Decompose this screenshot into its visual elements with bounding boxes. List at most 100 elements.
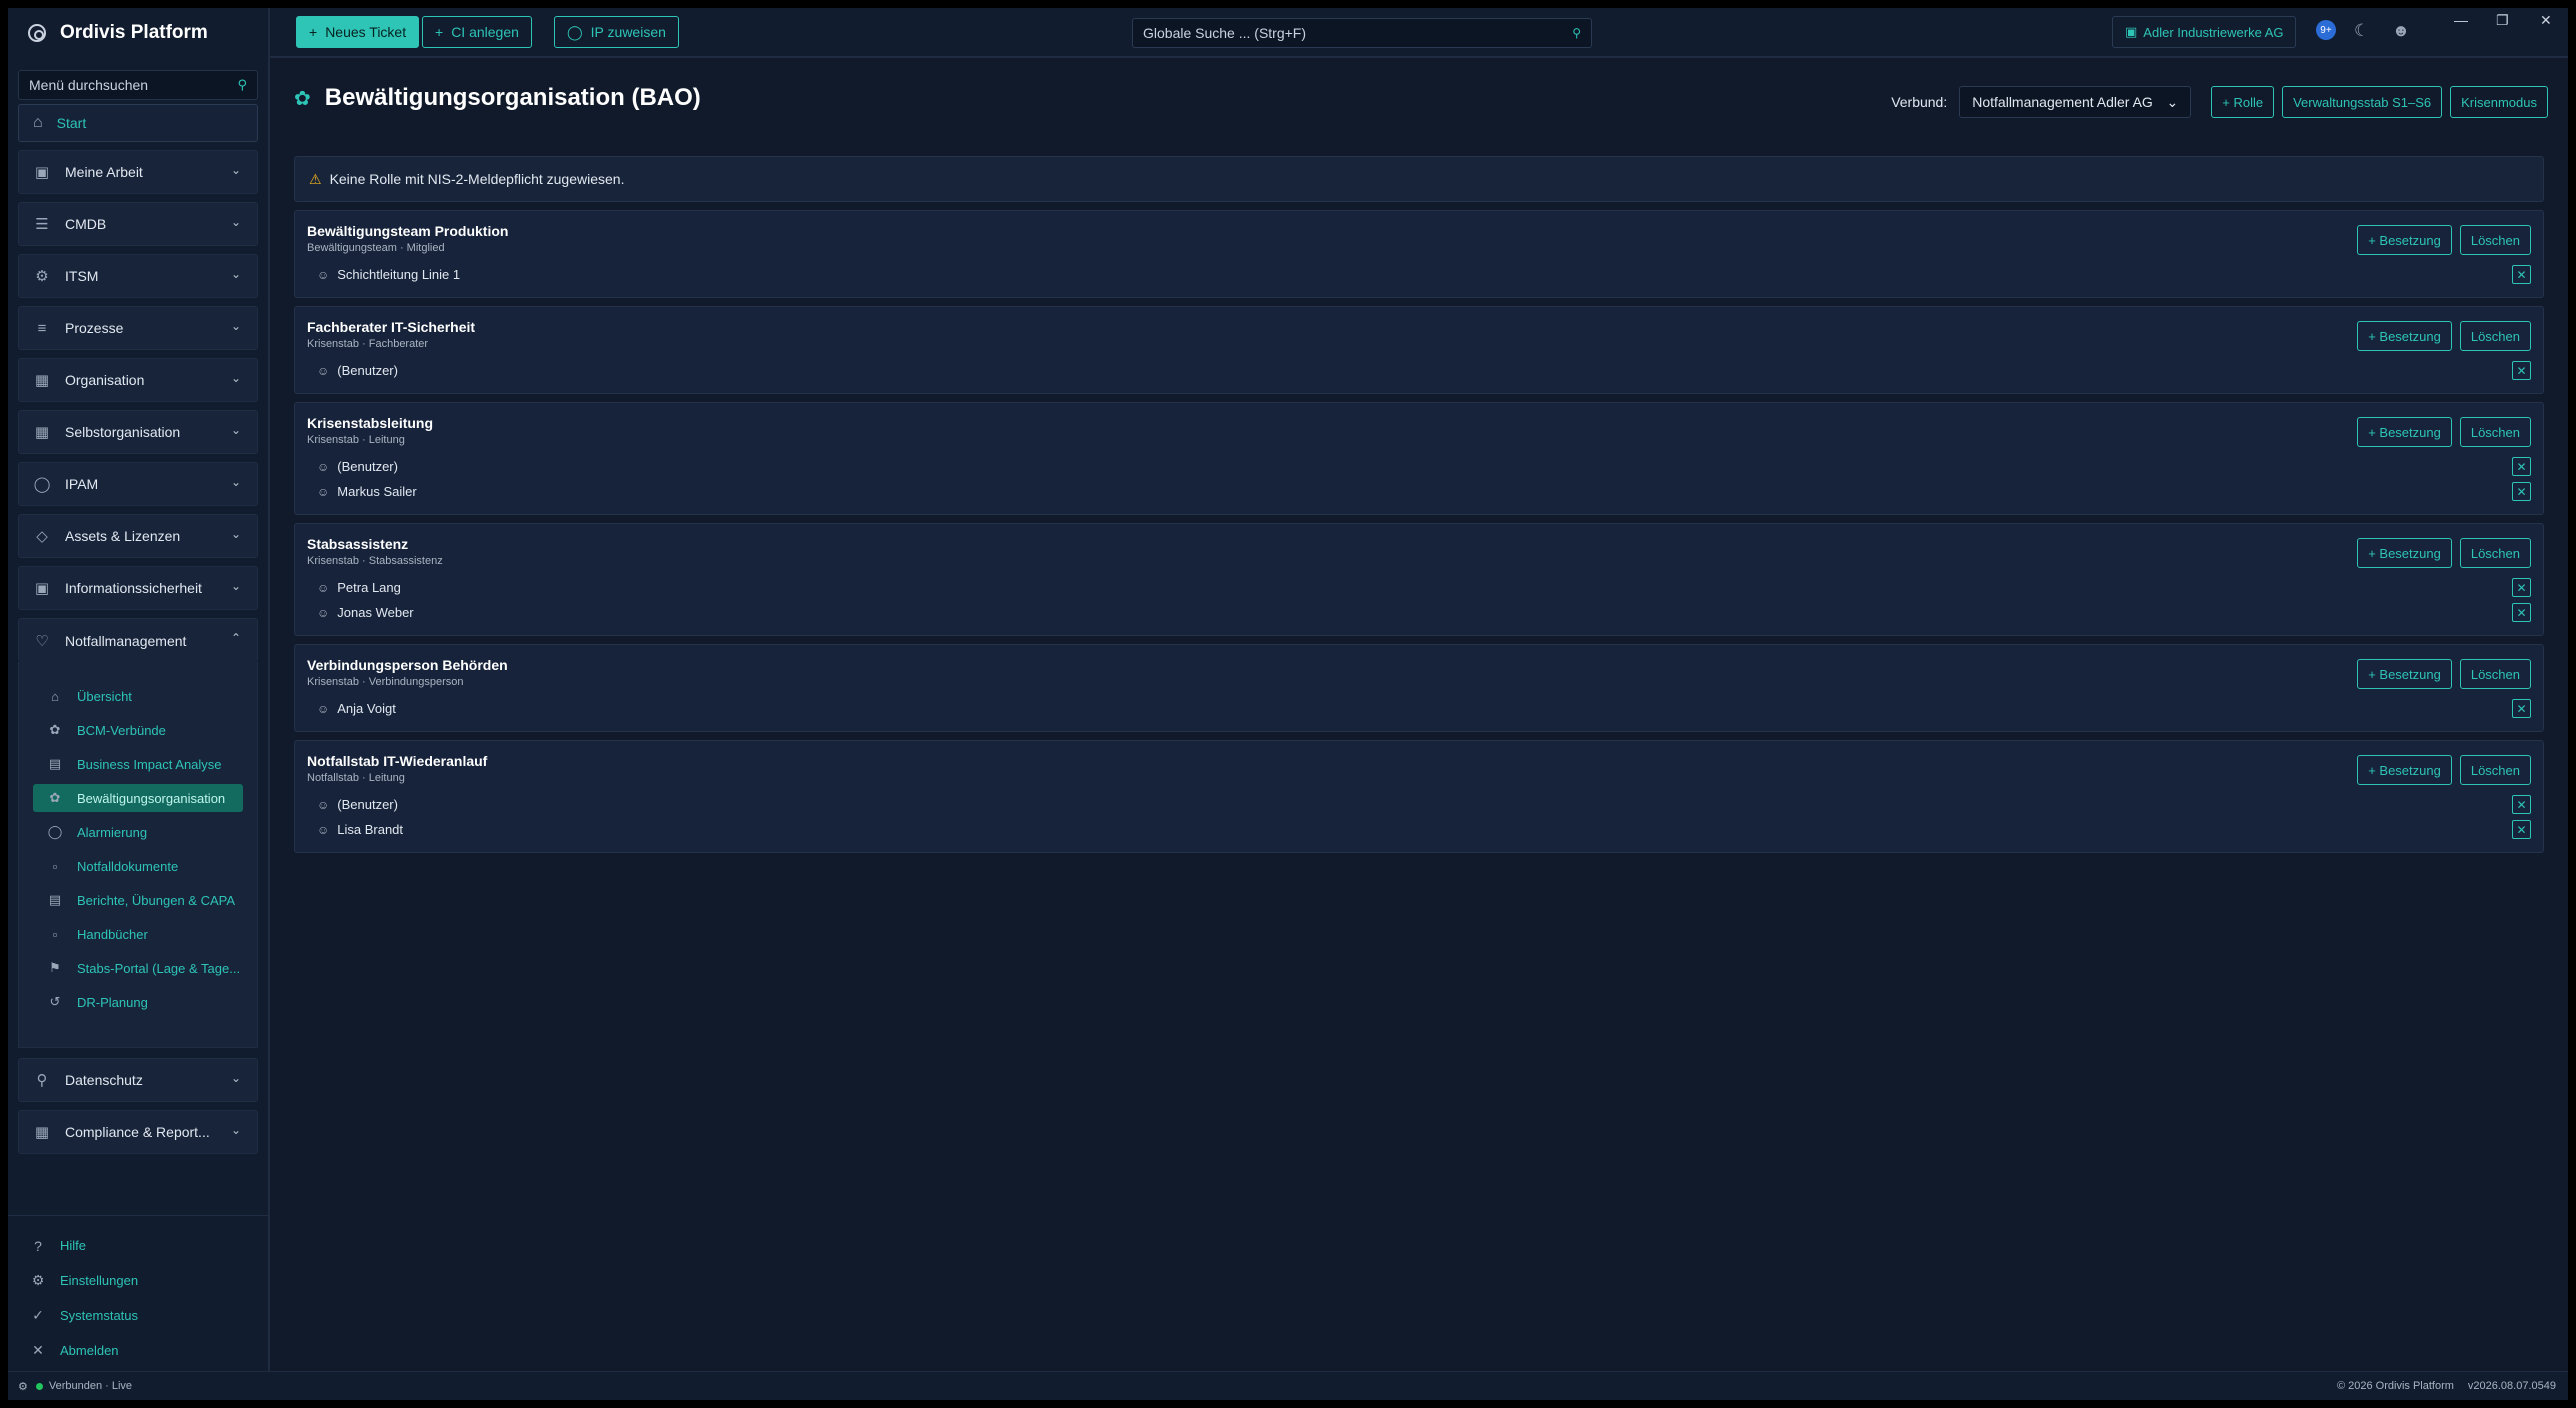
sidebar-item-hilfe[interactable]: ? Hilfe (8, 1228, 268, 1263)
sidebar-item-stabs-portal[interactable]: ⚑ Stabs-Portal (Lage & Tage... (33, 954, 243, 982)
calendar-icon: ▦ (34, 424, 50, 441)
sidebar-item-berichte[interactable]: ▤ Berichte, Übungen & CAPA (33, 886, 243, 914)
add-role-button[interactable]: + Rolle (2211, 86, 2275, 118)
notifications-badge[interactable]: 9+ (2316, 20, 2336, 40)
krisenmodus-button[interactable]: Krisenmodus (2450, 86, 2548, 118)
delete-role-button[interactable]: Löschen (2459, 417, 2531, 447)
sidebar-item-uebersicht[interactable]: ⌂ Übersicht (33, 682, 243, 710)
role-list: Bewältigungsteam Produktion Bewältigungst… (294, 210, 2544, 861)
delete-role-button[interactable]: Löschen (2459, 225, 2531, 255)
role-card: Verbindungsperson Behörden Krisenstab · V… (294, 644, 2544, 732)
sidebar: Ordivis Platform Menü durchsuchen ⚲ ⌂ St… (8, 8, 270, 1371)
member-row: ☺ Petra Lang ✕ (307, 575, 2531, 600)
chart-icon: ▤ (48, 756, 62, 771)
sidebar-item-abmelden[interactable]: ✕ Abmelden (8, 1333, 268, 1368)
close-icon: ✕ (32, 1342, 44, 1358)
role-title: Bewältigungsteam Produktion (307, 223, 509, 239)
chevron-down-icon: ⌄ (230, 579, 241, 593)
sidebar-group-notfallmanagement[interactable]: ♡ Notfallmanagement ⌃ (18, 618, 258, 662)
brand[interactable]: Ordivis Platform (8, 8, 268, 58)
sidebar-group-informationssicherheit[interactable]: ▣ Informationssicherheit ⌄ (18, 566, 258, 610)
user-icon[interactable]: ☻ (2392, 21, 2410, 41)
sidebar-group-assets[interactable]: ◇ Assets & Lizenzen ⌄ (18, 514, 258, 558)
remove-member-icon[interactable]: ✕ (2512, 361, 2531, 380)
add-besetzung-button[interactable]: + Besetzung (2357, 225, 2452, 255)
role-subtitle: Krisenstab · Verbindungsperson (307, 676, 464, 688)
sidebar-item-systemstatus[interactable]: ✓ Systemstatus (8, 1298, 268, 1333)
sidebar-item-label: Business Impact Analyse (77, 756, 222, 772)
close-window-icon[interactable]: ✕ (2540, 12, 2552, 29)
sidebar-item-einstellungen[interactable]: ⚙ Einstellungen (8, 1263, 268, 1298)
member-row: ☺ Lisa Brandt ✕ (307, 817, 2531, 842)
remove-member-icon[interactable]: ✕ (2512, 578, 2531, 597)
user-icon: ☺ (317, 797, 330, 812)
sidebar-item-dr-planung[interactable]: ↺ DR-Planung (33, 988, 243, 1016)
sidebar-item-handbuecher[interactable]: ▫ Handbücher (33, 920, 243, 948)
sidebar-group-meine-arbeit[interactable]: ▣ Meine Arbeit ⌄ (18, 150, 258, 194)
tenant-selector[interactable]: ▣ Adler Industriewerke AG (2112, 16, 2297, 48)
remove-member-icon[interactable]: ✕ (2512, 699, 2531, 718)
sidebar-group-selbstorganisation[interactable]: ▦ Selbstorganisation ⌄ (18, 410, 258, 454)
ip-zuweisen-button[interactable]: ◯ IP zuweisen (554, 16, 679, 48)
remove-member-icon[interactable]: ✕ (2512, 603, 2531, 622)
settings-icon[interactable]: ⚙ (18, 1380, 28, 1393)
delete-role-button[interactable]: Löschen (2459, 659, 2531, 689)
globe-icon: ◯ (567, 23, 583, 40)
minimize-icon[interactable]: — (2454, 12, 2468, 28)
delete-role-button[interactable]: Löschen (2459, 755, 2531, 785)
sidebar-group-datenschutz[interactable]: ⚲ Datenschutz ⌄ (18, 1058, 258, 1102)
add-besetzung-button[interactable]: + Besetzung (2357, 538, 2452, 568)
sidebar-group-prozesse[interactable]: ≡ Prozesse ⌄ (18, 306, 258, 350)
sidebar-group-label: Notfallmanagement (65, 632, 187, 649)
new-ticket-button[interactable]: + Neues Ticket (296, 16, 420, 48)
remove-member-icon[interactable]: ✕ (2512, 795, 2531, 814)
remove-member-icon[interactable]: ✕ (2512, 265, 2531, 284)
remove-member-icon[interactable]: ✕ (2512, 457, 2531, 476)
sidebar-item-alarmierung[interactable]: ◯ Alarmierung (33, 818, 243, 846)
sidebar-group-compliance[interactable]: ▦ Compliance & Report... ⌄ (18, 1110, 258, 1154)
add-besetzung-button[interactable]: + Besetzung (2357, 659, 2452, 689)
help-icon: ? (34, 1237, 42, 1254)
list-icon: ☰ (35, 216, 49, 233)
restore-icon[interactable]: ❐ (2496, 12, 2509, 29)
sidebar-item-label: Notfalldokumente (77, 858, 179, 874)
verbund-select[interactable]: Notfallmanagement Adler AG ⌄ (1959, 86, 2192, 118)
check-circle-icon: ✓ (32, 1307, 44, 1323)
menu-search-input[interactable]: Menü durchsuchen ⚲ (18, 70, 258, 100)
briefcase-icon: ▣ (34, 164, 50, 181)
sidebar-item-notfalldokumente[interactable]: ▫ Notfalldokumente (33, 852, 243, 880)
sidebar-item-start[interactable]: ⌂ Start (18, 104, 258, 142)
sidebar-group-itsm[interactable]: ⚙ ITSM ⌄ (18, 254, 258, 298)
verbund-label: Verbund: (1891, 94, 1948, 110)
member-name: Petra Lang (337, 580, 401, 595)
sidebar-group-label: Informationssicherheit (65, 580, 202, 596)
connection-status: Verbunden · Live (48, 1380, 133, 1392)
sidebar-item-label: Bewältigungsorganisation (77, 790, 226, 806)
role-card: Stabsassistenz Krisenstab · Stabsassisten… (294, 523, 2544, 636)
ci-anlegen-button[interactable]: + CI anlegen (422, 16, 532, 48)
sidebar-group-ipam[interactable]: ◯ IPAM ⌄ (18, 462, 258, 506)
sidebar-group-label: Prozesse (65, 320, 124, 336)
remove-member-icon[interactable]: ✕ (2512, 820, 2531, 839)
chevron-down-icon: ⌄ (230, 163, 241, 177)
theme-moon-icon[interactable]: ☾ (2354, 21, 2369, 41)
chevron-down-icon: ⌄ (230, 267, 241, 281)
delete-role-button[interactable]: Löschen (2459, 321, 2531, 351)
global-search-placeholder: Globale Suche ... (Strg+F) (1143, 25, 1307, 41)
verwaltungsstab-button[interactable]: Verwaltungsstab S1–S6 (2282, 86, 2443, 118)
sidebar-item-label: Start (56, 115, 87, 131)
remove-member-icon[interactable]: ✕ (2512, 482, 2531, 501)
add-besetzung-button[interactable]: + Besetzung (2357, 321, 2452, 351)
add-besetzung-button[interactable]: + Besetzung (2357, 755, 2452, 785)
sidebar-item-bia[interactable]: ▤ Business Impact Analyse (33, 750, 243, 778)
delete-role-button[interactable]: Löschen (2459, 538, 2531, 568)
sidebar-item-bewaeltigungsorganisation[interactable]: ✿ Bewältigungsorganisation (33, 784, 243, 812)
chevron-down-icon: ⌄ (230, 319, 241, 333)
network-icon: ✿ (49, 790, 61, 805)
sidebar-item-bcm-verbuende[interactable]: ✿ BCM-Verbünde (33, 716, 243, 744)
sidebar-group-organisation[interactable]: ▦ Organisation ⌄ (18, 358, 258, 402)
add-besetzung-button[interactable]: + Besetzung (2357, 417, 2452, 447)
global-search-input[interactable]: Globale Suche ... (Strg+F) ⚲ (1132, 18, 1592, 48)
sidebar-group-cmdb[interactable]: ☰ CMDB ⌄ (18, 202, 258, 246)
new-ticket-label: Neues Ticket (325, 24, 407, 40)
